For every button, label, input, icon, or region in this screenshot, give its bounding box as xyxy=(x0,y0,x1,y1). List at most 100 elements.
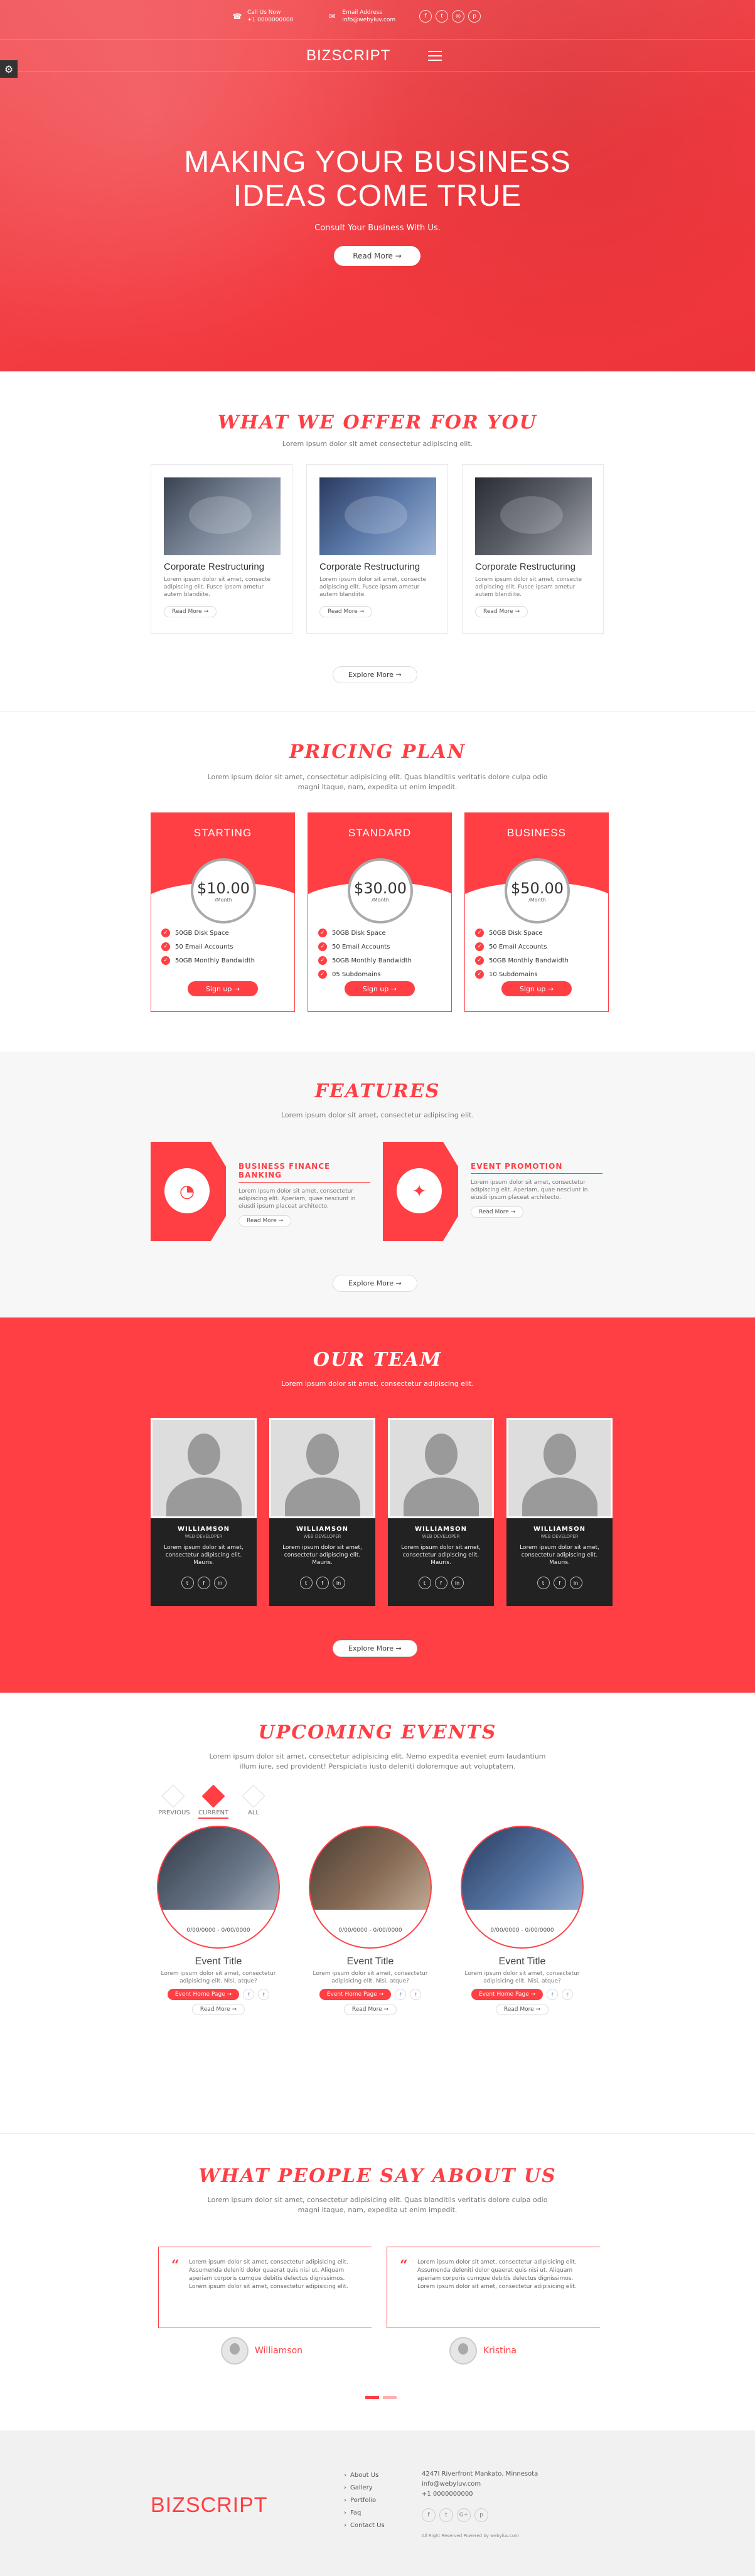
event-home-page-button[interactable]: Event Home Page → xyxy=(167,1989,240,2000)
offer-card-text: Lorem ipsum dolor sit amet, consecte adi… xyxy=(319,577,427,598)
footer-phone[interactable]: +1 0000000000 xyxy=(422,2489,538,2499)
email-label: Email Address xyxy=(342,9,383,16)
footer-link-faq[interactable]: Faq xyxy=(344,2507,385,2520)
tab-label: CURRENT xyxy=(198,1809,229,1819)
tab-all[interactable]: ALL xyxy=(238,1784,269,1816)
pinterest-icon[interactable]: p xyxy=(474,2508,488,2522)
plan-feature-label: 50GB Monthly Bandwidth xyxy=(175,957,255,964)
event-read-more-button[interactable]: Read More → xyxy=(191,2004,245,2015)
twitter-icon[interactable]: t xyxy=(418,1577,431,1589)
call-value[interactable]: +1 0000000000 xyxy=(247,16,293,24)
feature-item: ◔ BUSINESS FINANCE BANKING Lorem ipsum d… xyxy=(151,1142,372,1241)
twitter-icon[interactable]: t xyxy=(562,1989,574,2000)
quote-text: Lorem ipsum dolor sit amet, consectetur … xyxy=(189,2259,348,2290)
facebook-icon[interactable]: f xyxy=(243,1989,255,2000)
linkedin-icon[interactable]: in xyxy=(213,1577,227,1589)
twitter-icon[interactable]: t xyxy=(258,1989,270,2000)
linkedin-icon[interactable]: in xyxy=(451,1577,464,1589)
offer-explore-more-button[interactable]: Explore More → xyxy=(333,666,417,683)
features-explore-more-button[interactable]: Explore More → xyxy=(333,1275,417,1292)
plan-features: ✓ 50GB Disk Space ✓ 50 Email Accounts ✓ 50G… xyxy=(318,926,412,981)
plan-feature: ✓ 50GB Disk Space xyxy=(475,926,569,940)
team-explore-more-button[interactable]: Explore More → xyxy=(333,1640,417,1657)
plan-name: BUSINESS xyxy=(507,827,566,839)
facebook-icon[interactable]: f xyxy=(197,1577,210,1589)
tab-previous[interactable]: PREVIOUS xyxy=(158,1784,190,1816)
twitter-icon[interactable]: t xyxy=(181,1577,194,1589)
feature-read-more-button[interactable]: Read More → xyxy=(471,1206,524,1218)
event-title: Event Title xyxy=(195,1956,242,1967)
footer-email[interactable]: info@webyluv.com xyxy=(422,2479,538,2489)
hero-read-more-button[interactable]: Read More → xyxy=(334,246,420,266)
brand-logo[interactable]: BIZSCRIPT xyxy=(306,47,390,65)
twitter-icon[interactable]: t xyxy=(436,10,449,23)
offer-read-more-button[interactable]: Read More → xyxy=(164,606,217,617)
signup-button[interactable]: Sign up → xyxy=(345,981,415,996)
event-text: Lorem ipsum dolor sit amet, consectetur … xyxy=(313,1971,428,1984)
feature-item: ✦ EVENT PROMOTION Lorem ipsum dolor sit … xyxy=(383,1142,604,1241)
twitter-icon[interactable]: t xyxy=(299,1577,313,1589)
facebook-icon[interactable]: f xyxy=(395,1989,407,2000)
tab-current[interactable]: CURRENT xyxy=(198,1784,229,1819)
twitter-icon[interactable]: t xyxy=(410,1989,422,2000)
signup-button[interactable]: Sign up → xyxy=(501,981,572,996)
event-home-page-button[interactable]: Event Home Page → xyxy=(471,1989,543,2000)
phone-icon: ☎ xyxy=(232,12,242,21)
testimonials-section: What People Say About Us Lorem ipsum dol… xyxy=(0,2133,755,2430)
event-actions: Event Home Page → f t xyxy=(461,1989,584,2000)
call-label: Call Us Now xyxy=(247,9,281,16)
feature-read-more-button[interactable]: Read More → xyxy=(238,1215,292,1227)
google-plus-icon[interactable]: G+ xyxy=(457,2508,471,2522)
email-value[interactable]: info@webyluv.com xyxy=(342,16,395,24)
event-home-page-button[interactable]: Event Home Page → xyxy=(319,1989,392,2000)
footer-brand[interactable]: BIZSCRIPT xyxy=(151,2493,268,2518)
facebook-icon[interactable]: f xyxy=(422,2508,436,2522)
member-name: WILLIAMSON xyxy=(533,1526,586,1533)
check-icon: ✓ xyxy=(161,929,170,937)
quote-author-name: Kristina xyxy=(483,2346,517,2356)
offer-card-title: Corporate Restructuring xyxy=(164,562,265,572)
event-title: Event Title xyxy=(498,1956,546,1967)
events-subtitle: Lorem ipsum dolor sit amet, consectetur … xyxy=(209,1752,546,1770)
signup-button[interactable]: Sign up → xyxy=(188,981,258,996)
event-read-more-button[interactable]: Read More → xyxy=(495,2004,549,2015)
carousel-dot[interactable] xyxy=(383,2396,397,2399)
pricing-section: Pricing Plan Lorem ipsum dolor sit amet,… xyxy=(0,711,755,1051)
linkedin-icon[interactable]: in xyxy=(332,1577,345,1589)
twitter-icon[interactable]: t xyxy=(439,2508,453,2522)
facebook-icon[interactable]: f xyxy=(419,10,432,23)
facebook-icon[interactable]: f xyxy=(316,1577,329,1589)
linkedin-icon[interactable]: in xyxy=(569,1577,582,1589)
hamburger-menu-icon[interactable] xyxy=(428,51,442,61)
facebook-icon[interactable]: f xyxy=(434,1577,447,1589)
avatar xyxy=(388,1418,494,1518)
hero-section: ☎ Call Us Now +1 0000000000 ✉ Email Addr… xyxy=(0,0,755,371)
carousel-dot[interactable] xyxy=(365,2396,379,2399)
instagram-icon[interactable]: ◎ xyxy=(452,10,465,23)
event-text: Lorem ipsum dolor sit amet, consectetur … xyxy=(161,1971,276,1984)
twitter-icon[interactable]: t xyxy=(537,1577,550,1589)
footer-link-contact[interactable]: Contact Us xyxy=(344,2520,385,2532)
gear-icon[interactable]: ⚙ xyxy=(0,60,18,78)
footer-link-gallery[interactable]: Gallery xyxy=(344,2482,385,2494)
pinterest-icon[interactable]: p xyxy=(468,10,481,23)
member-role: WEB DEVELOPER xyxy=(540,1534,579,1539)
facebook-icon[interactable]: f xyxy=(547,1989,559,2000)
offer-read-more-button[interactable]: Read More → xyxy=(475,606,528,617)
events-title: Upcoming Events xyxy=(258,1722,497,1743)
pricing-title: Pricing Plan xyxy=(289,741,466,763)
email-block: ✉ Email Address info@webyluv.com xyxy=(327,9,395,24)
event-title: Event Title xyxy=(346,1956,394,1967)
footer-copyright: All Right Reserved Powered by webyluv.co… xyxy=(422,2533,519,2538)
footer-link-portfolio[interactable]: Portfolio xyxy=(344,2494,385,2507)
member-role: WEB DEVELOPER xyxy=(303,1534,341,1539)
footer-link-about[interactable]: About Us xyxy=(344,2469,385,2482)
offer-read-more-button[interactable]: Read More → xyxy=(319,606,373,617)
hero-title-line2: IDEAS COME TRUE xyxy=(233,179,522,213)
feature-title: BUSINESS FINANCE BANKING xyxy=(238,1162,331,1179)
event-read-more-button[interactable]: Read More → xyxy=(343,2004,397,2015)
facebook-icon[interactable]: f xyxy=(553,1577,566,1589)
testimonial: “ Lorem ipsum dolor sit amet, consectetu… xyxy=(158,2247,372,2365)
plan-period: /Month xyxy=(372,897,389,903)
plan-features: ✓ 50GB Disk Space ✓ 50 Email Accounts ✓ 50G… xyxy=(475,926,569,981)
